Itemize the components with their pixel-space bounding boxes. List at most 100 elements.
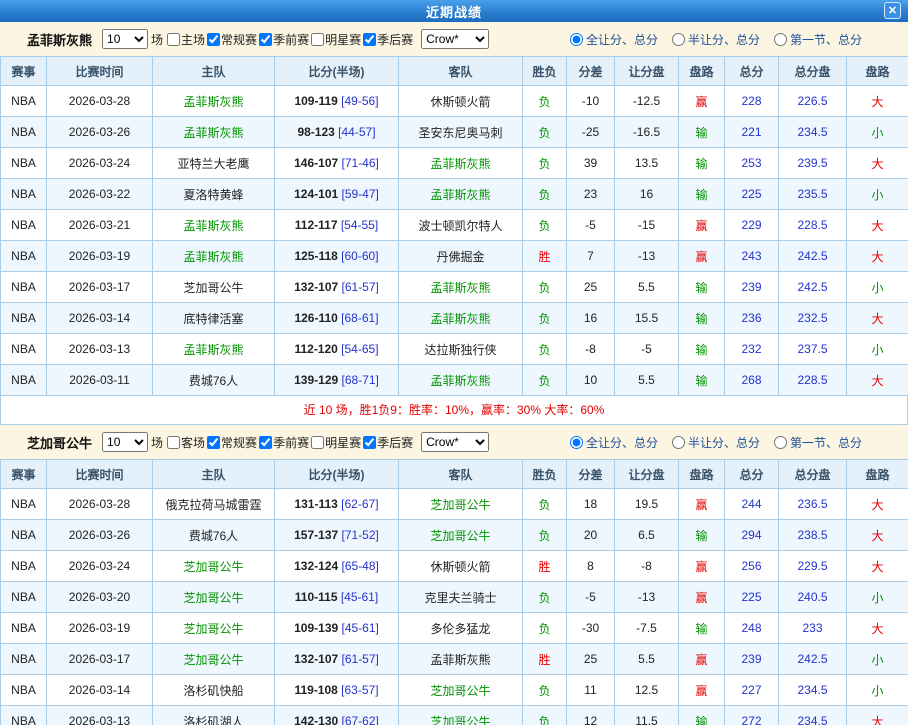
score-cell: 157-137 [71-52] — [275, 520, 399, 551]
filter-checkbox[interactable]: 常规赛 — [205, 31, 257, 48]
radio-label: 半让分、总分 — [688, 434, 760, 451]
home-team-cell: 芝加哥公牛 — [153, 613, 275, 644]
header-row: 赛事比赛时间主队比分(半场)客队胜负分差让分盘盘路总分总分盘盘路 — [1, 460, 908, 489]
handicap-outcome-cell: 赢 — [679, 644, 725, 675]
home-team-cell: 洛杉矶快船 — [153, 675, 275, 706]
total-line-cell: 234.5 — [779, 675, 847, 706]
over-under-cell: 大 — [847, 520, 908, 551]
games-count-select[interactable]: 10 — [102, 29, 148, 49]
half-score: [45-61] — [338, 590, 379, 604]
filter-checkbox[interactable]: 季后赛 — [361, 434, 413, 451]
handicap-line-cell: -8 — [615, 551, 679, 582]
half-score: [62-67] — [338, 497, 379, 511]
radio-input[interactable] — [774, 436, 787, 449]
checkbox-input[interactable] — [311, 436, 324, 449]
over-under-cell: 大 — [847, 489, 908, 520]
full-score: 124-101 — [294, 187, 338, 201]
half-score: [45-61] — [338, 621, 379, 635]
away-team-cell: 芝加哥公牛 — [399, 675, 523, 706]
handicap-line-cell: -15 — [615, 210, 679, 241]
handicap-outcome-cell: 输 — [679, 148, 725, 179]
filter-checkbox[interactable]: 常规赛 — [205, 434, 257, 451]
half-score: [60-60] — [338, 249, 379, 263]
total-line-cell: 232.5 — [779, 303, 847, 334]
over-under-cell: 大 — [847, 613, 908, 644]
radio-label: 第一节、总分 — [790, 434, 862, 451]
checkbox-label: 主场 — [181, 31, 205, 48]
filter-checkbox[interactable]: 客场 — [165, 434, 205, 451]
half-score: [44-57] — [335, 125, 376, 139]
checkbox-input[interactable] — [363, 33, 376, 46]
total-points-cell: 243 — [725, 241, 779, 272]
filter-radio[interactable]: 半让分、总分 — [672, 31, 760, 48]
match-date-cell: 2026-03-26 — [47, 520, 153, 551]
away-team-cell: 克里夫兰骑士 — [399, 582, 523, 613]
filter-radio[interactable]: 全让分、总分 — [570, 434, 658, 451]
bookmaker-select[interactable]: Crow* — [421, 29, 489, 49]
bookmaker-select[interactable]: Crow* — [421, 432, 489, 452]
radio-input[interactable] — [672, 436, 685, 449]
checkbox-input[interactable] — [259, 436, 272, 449]
radio-input[interactable] — [570, 436, 583, 449]
filter-radio[interactable]: 第一节、总分 — [774, 31, 862, 48]
total-line-cell: 235.5 — [779, 179, 847, 210]
win-loss-cell: 负 — [523, 489, 567, 520]
total-line-cell: 238.5 — [779, 520, 847, 551]
filter-checkbox[interactable]: 季前赛 — [257, 434, 309, 451]
checkbox-label: 季后赛 — [377, 31, 413, 48]
checkbox-group: 客场常规赛季前赛明星赛季后赛 — [165, 434, 413, 451]
filter-radio[interactable]: 半让分、总分 — [672, 434, 760, 451]
filter-radio[interactable]: 第一节、总分 — [774, 434, 862, 451]
total-line-cell: 228.5 — [779, 365, 847, 396]
column-header: 胜负 — [523, 460, 567, 489]
match-date-cell: 2026-03-21 — [47, 210, 153, 241]
games-count-select[interactable]: 10 — [102, 432, 148, 452]
half-score: [54-55] — [338, 218, 379, 232]
total-line-cell: 237.5 — [779, 334, 847, 365]
handicap-line-cell: -16.5 — [615, 117, 679, 148]
radio-input[interactable] — [570, 33, 583, 46]
checkbox-input[interactable] — [311, 33, 324, 46]
away-team-cell: 休斯顿火箭 — [399, 551, 523, 582]
filter-checkbox[interactable]: 季后赛 — [361, 31, 413, 48]
radio-input[interactable] — [672, 33, 685, 46]
checkbox-input[interactable] — [167, 436, 180, 449]
filter-checkbox[interactable]: 明星赛 — [309, 434, 361, 451]
radio-group: 全让分、总分半让分、总分第一节、总分 — [556, 31, 908, 48]
point-diff-cell: -25 — [567, 117, 615, 148]
over-under-cell: 大 — [847, 365, 908, 396]
team-name: 孟菲斯灰熊 — [27, 30, 92, 49]
win-loss-cell: 负 — [523, 210, 567, 241]
match-row: NBA2026-03-21孟菲斯灰熊112-117 [54-55]波士顿凯尔特人… — [1, 210, 908, 241]
match-date-cell: 2026-03-13 — [47, 334, 153, 365]
league-cell: NBA — [1, 582, 47, 613]
close-button[interactable]: ✕ — [884, 2, 901, 19]
handicap-outcome-cell: 赢 — [679, 675, 725, 706]
full-score: 132-107 — [294, 280, 338, 294]
filter-radio[interactable]: 全让分、总分 — [570, 31, 658, 48]
full-score: 139-129 — [294, 373, 338, 387]
team-name: 芝加哥公牛 — [27, 433, 92, 452]
filter-checkbox[interactable]: 明星赛 — [309, 31, 361, 48]
filter-checkbox[interactable]: 季前赛 — [257, 31, 309, 48]
column-header: 总分 — [725, 460, 779, 489]
checkbox-input[interactable] — [207, 436, 220, 449]
filter-controls: 芝加哥公牛 10 场 客场常规赛季前赛明星赛季后赛 Crow* — [0, 432, 492, 452]
checkbox-input[interactable] — [207, 33, 220, 46]
full-score: 119-108 — [294, 683, 337, 697]
radio-input[interactable] — [774, 33, 787, 46]
total-points-cell: 239 — [725, 272, 779, 303]
handicap-line-cell: 13.5 — [615, 148, 679, 179]
filter-checkbox[interactable]: 主场 — [165, 31, 205, 48]
checkbox-input[interactable] — [363, 436, 376, 449]
checkbox-input[interactable] — [167, 33, 180, 46]
column-header: 分差 — [567, 460, 615, 489]
handicap-outcome-cell: 输 — [679, 365, 725, 396]
checkbox-input[interactable] — [259, 33, 272, 46]
match-row: NBA2026-03-28孟菲斯灰熊109-119 [49-56]休斯顿火箭负-… — [1, 86, 908, 117]
total-line-cell: 240.5 — [779, 582, 847, 613]
handicap-outcome-cell: 输 — [679, 179, 725, 210]
home-team-cell: 底特律活塞 — [153, 303, 275, 334]
match-date-cell: 2026-03-28 — [47, 489, 153, 520]
handicap-outcome-cell: 输 — [679, 613, 725, 644]
